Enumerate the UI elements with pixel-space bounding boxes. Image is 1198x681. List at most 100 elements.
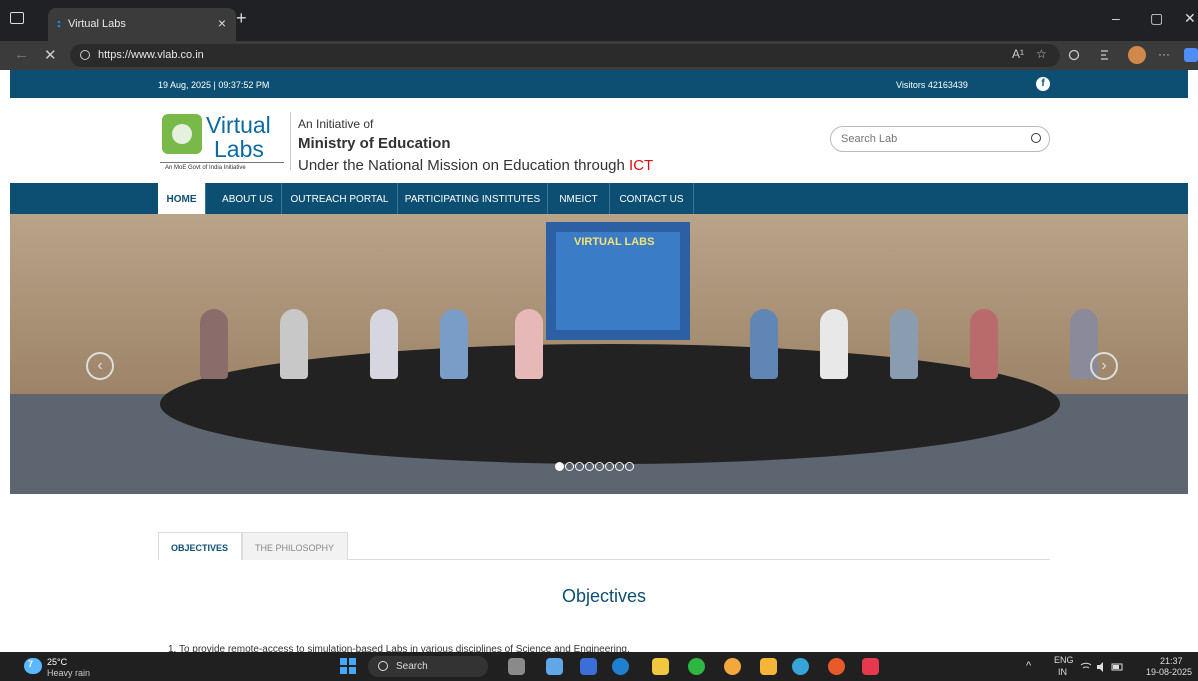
logo-divider [160, 162, 284, 163]
search-lab-input[interactable] [841, 133, 1021, 145]
hp-app-icon[interactable] [612, 658, 629, 675]
file-explorer-icon[interactable] [652, 658, 669, 675]
tab-the-philosophy[interactable]: THE PHILOSOPHY [242, 532, 348, 560]
flask-icon [162, 114, 202, 154]
weather-badge: 7 [28, 659, 34, 669]
projector-text: VIRTUAL LABS [574, 236, 655, 248]
nav-contact-us[interactable]: CONTACT US [610, 183, 694, 214]
weather-icon[interactable]: 7 [24, 658, 42, 674]
content-tabs: OBJECTIVES THE PHILOSOPHY [158, 532, 1050, 560]
carousel-next-button[interactable]: › [1090, 352, 1118, 380]
carousel-dot[interactable] [585, 462, 594, 471]
taskbar-search-label: Search [396, 661, 428, 672]
logo-tagline: An MoE Govt of India Initiative [165, 165, 246, 171]
more-menu-icon[interactable]: ··· [1158, 47, 1170, 61]
facebook-icon[interactable]: f [1036, 77, 1050, 91]
initiative-line-3-text: Under the National Mission on Education … [298, 157, 630, 174]
carousel-dot[interactable] [565, 462, 574, 471]
taskbar-search-icon [378, 661, 388, 671]
taskbar-search[interactable]: Search [368, 656, 488, 677]
photo-carousel: VIRTUAL LABS ‹ › [10, 214, 1188, 494]
stop-loading-button[interactable]: ✕ [44, 46, 57, 64]
initiative-line-1: An Initiative of [298, 117, 374, 131]
edge-browser-icon[interactable] [792, 658, 809, 675]
person-figure [440, 309, 468, 379]
logo-text-labs: Labs [214, 136, 264, 162]
tab-actions-icon[interactable] [10, 12, 24, 24]
nav-home[interactable]: HOME [158, 183, 206, 214]
header-divider [290, 112, 291, 170]
wps-office-icon[interactable] [862, 658, 879, 675]
tab-close-icon[interactable]: × [218, 15, 226, 31]
search-icon[interactable] [1031, 133, 1041, 143]
maximize-button[interactable]: ▢ [1150, 10, 1163, 27]
whatsapp-icon[interactable] [688, 658, 705, 675]
ict-text: ICT [629, 157, 654, 174]
site-header: Virtual Labs An MoE Govt of India Initia… [10, 98, 1188, 183]
url-text: https://www.vlab.co.in [98, 49, 204, 61]
close-window-button[interactable]: ✕ [1184, 10, 1196, 27]
read-aloud-icon[interactable]: A¹ [1012, 47, 1024, 61]
app-icon[interactable] [580, 658, 597, 675]
carousel-dot[interactable] [595, 462, 604, 471]
site-info-icon[interactable] [80, 50, 90, 60]
screen: Virtual Labs × + – ▢ ✕ ← ✕ https://www.v… [0, 0, 1198, 681]
profile-avatar[interactable] [1128, 46, 1146, 64]
wifi-volume-battery-icon[interactable] [1080, 661, 1124, 673]
person-figure [890, 309, 918, 379]
app-icon[interactable] [724, 658, 741, 675]
url-field[interactable]: https://www.vlab.co.in [70, 44, 1060, 67]
minimize-button[interactable]: – [1112, 10, 1120, 26]
chrome-browser-icon[interactable] [828, 658, 845, 675]
virtual-labs-logo[interactable]: Virtual Labs An MoE Govt of India Initia… [160, 108, 284, 176]
back-button[interactable]: ← [14, 46, 29, 63]
carousel-dot[interactable] [575, 462, 584, 471]
carousel-dot[interactable] [615, 462, 624, 471]
refresh-extension-icon[interactable] [1068, 49, 1080, 61]
language-eng[interactable]: ENG [1054, 655, 1074, 665]
windows-taskbar: 7 25°C Heavy rain Search ^ ENG IN 21:37 … [0, 652, 1198, 681]
person-figure [970, 309, 998, 379]
nav-nmeict[interactable]: NMEICT [548, 183, 610, 214]
date-time: 19 Aug, 2025 | 09:37:52 PM [158, 80, 270, 90]
favorites-icon[interactable] [1100, 49, 1114, 61]
tray-overflow-icon[interactable]: ^ [1026, 660, 1031, 672]
person-figure [200, 309, 228, 379]
clock-date[interactable]: 19-08-2025 [1146, 667, 1192, 677]
main-nav: HOME ABOUT US OUTREACH PORTAL PARTICIPAT… [10, 183, 1188, 214]
nav-participating-institutes[interactable]: PARTICIPATING INSTITUTES [398, 183, 548, 214]
logo-text-virtual: Virtual [206, 112, 271, 138]
favorite-star-icon[interactable]: ☆ [1036, 47, 1047, 61]
initiative-line-2: Ministry of Education [298, 135, 451, 152]
person-figure [370, 309, 398, 379]
tab-objectives[interactable]: OBJECTIVES [158, 532, 242, 560]
objectives-heading: Objectives [561, 586, 647, 606]
camera-app-icon[interactable] [508, 658, 525, 675]
person-figure [750, 309, 778, 379]
windows-start-icon[interactable] [340, 658, 356, 674]
initiative-line-3: Under the National Mission on Education … [298, 157, 653, 174]
browser-tab[interactable]: Virtual Labs × [48, 8, 236, 41]
person-figure [515, 309, 543, 379]
content-section: OBJECTIVES THE PHILOSOPHY Objectives 1. … [10, 494, 1188, 655]
new-tab-button[interactable]: + [236, 8, 247, 29]
carousel-dot[interactable] [625, 462, 634, 471]
language-in[interactable]: IN [1058, 667, 1067, 677]
nav-outreach-portal[interactable]: OUTREACH PORTAL [282, 183, 398, 214]
task-view-icon[interactable] [546, 658, 563, 675]
weather-temp[interactable]: 25°C [47, 657, 67, 667]
carousel-prev-button[interactable]: ‹ [86, 352, 114, 380]
clock-time[interactable]: 21:37 [1160, 656, 1183, 666]
store-icon[interactable] [760, 658, 777, 675]
carousel-dot[interactable] [555, 462, 564, 471]
projector-screen: VIRTUAL LABS [546, 222, 690, 340]
carousel-dot[interactable] [605, 462, 614, 471]
carousel-indicators [555, 458, 635, 476]
search-lab-box [830, 126, 1050, 152]
site-favicon-icon [57, 20, 61, 28]
address-bar: ← ✕ https://www.vlab.co.in A¹ ☆ ··· [0, 41, 1198, 70]
weather-desc[interactable]: Heavy rain [47, 668, 90, 678]
nav-about-us[interactable]: ABOUT US [214, 183, 282, 214]
person-figure [820, 309, 848, 379]
copilot-icon[interactable] [1184, 48, 1198, 62]
